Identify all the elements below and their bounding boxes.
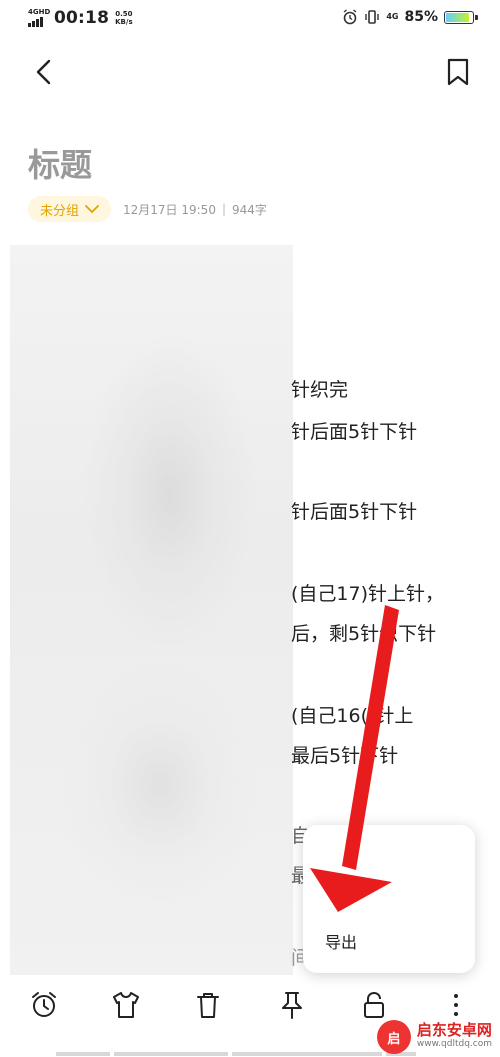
pin-button[interactable] [272,985,312,1025]
clock: 00:18 [54,8,110,28]
lock-icon [364,991,384,1018]
trash-icon [197,993,219,1018]
back-arrow-icon [36,59,51,85]
note-line: (自己16()针上 [291,705,414,727]
note-date: 12月17日 19:50 [123,202,216,217]
note-title[interactable]: 标题 [28,140,92,186]
network-speed: 0.50 KB/s [115,10,132,26]
network-speed-value: 0.50 [115,10,133,18]
back-button[interactable] [26,54,62,90]
pin-icon [282,992,302,1019]
mobile-data-icon: 4G [386,12,399,21]
vibrate-icon [365,10,380,24]
blurred-region [10,245,293,975]
note-line: 最后5针下针 [291,745,399,767]
export-menu-item[interactable]: 导出 [325,929,357,953]
network-indicator: 4GHD [28,9,50,27]
note-line: (自己17)针上针， [291,583,445,605]
note-meta: 未分组 12月17日 19:50 | 944字 [28,196,267,222]
note-line: 后，剩5针织下针 [291,623,437,645]
delete-button[interactable] [188,985,228,1025]
group-selector[interactable]: 未分组 [28,196,112,222]
more-button[interactable] [436,985,476,1025]
watermark-logo: 启 [376,1020,411,1054]
watermark-name: 启东安卓网 [416,1021,492,1039]
network-type: 4GHD [28,8,51,16]
battery-percentage: 85% [404,9,438,25]
watermark-url: www.qdltdq.com [416,1039,492,1049]
reminder-button[interactable] [24,985,64,1025]
note-line: 针后面5针下针 [291,421,418,443]
site-watermark: 启 启东安卓网 www.qdltdq.com [376,1020,492,1054]
battery-icon [444,10,478,24]
alarm-icon [32,992,56,1017]
word-count: 944字 [232,202,267,217]
header [0,40,500,110]
shirt-icon [113,992,139,1018]
alarm-status-icon [343,9,357,25]
signal-icon [28,17,50,27]
lock-button[interactable] [354,985,394,1025]
theme-button[interactable] [106,985,146,1025]
more-menu-popup: 导出 [303,825,475,973]
status-bar: 4GHD 00:18 0.50 KB/s 4G 85% [0,0,500,40]
chevron-down-icon [85,204,99,213]
more-icon [454,994,458,1016]
bookmark-icon [447,58,469,86]
meta-separator: | [221,202,226,216]
bookmark-button[interactable] [440,54,476,90]
note-line: 针后面5针下针 [291,501,418,523]
note-line: 针织完 [291,379,349,401]
group-label: 未分组 [40,203,80,219]
network-speed-unit: KB/s [115,18,133,26]
